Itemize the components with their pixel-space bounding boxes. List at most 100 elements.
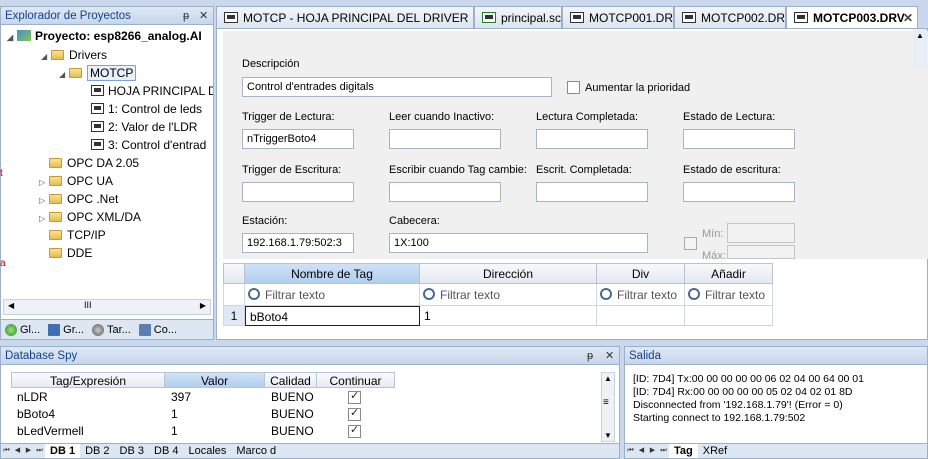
spy-cell-tag[interactable]: bLedVermell [11,423,84,440]
spy-header-valor[interactable]: Valor [165,372,265,388]
scroll-down-icon[interactable]: ▼ [604,431,612,440]
prev-sheet-icon[interactable]: ◀ [12,444,23,458]
escribir-cambie-input[interactable] [389,182,501,202]
content-scroll-up[interactable]: ▲ [913,29,927,67]
spy-header-continuar[interactable]: Continuar [317,372,395,388]
tree-node-valor-ldr[interactable]: 2: Valor de l'LDR [91,118,197,136]
sheet-tab-db3[interactable]: DB 3 [115,444,149,458]
tree-node-control-entrades[interactable]: 3: Control d'entrad [91,136,206,154]
tree-node-opc-net[interactable]: ▷ OPC .Net [39,190,118,208]
tree-node-opc-ua[interactable]: ▷ OPC UA [39,172,113,190]
trigger-escritura-input[interactable] [242,182,354,202]
trigger-lectura-input[interactable]: nTriggerBoto4 [242,129,354,149]
tab-global[interactable]: Gl... [1,320,44,339]
spy-cell-tag[interactable]: bBoto4 [11,406,55,423]
grid-cell-tag[interactable]: bBoto4 [245,306,420,326]
spy-title: Database Spy [5,350,78,362]
sheet-tab-db1[interactable]: DB 1 [45,444,81,458]
sheet-tab-locales[interactable]: Locales [183,444,231,458]
scroll-right-icon[interactable]: ▶ [200,301,206,310]
tree-node-tcpip[interactable]: TCP/IP [49,226,106,244]
next-sheet-icon[interactable]: ▶ [23,444,34,458]
spy-cell-valor[interactable]: 397 [165,389,191,406]
expand-icon[interactable]: ▷ [39,210,49,228]
sheet-tab-db4[interactable]: DB 4 [149,444,183,458]
spy-continuar-checkbox[interactable] [348,406,361,421]
grid-header-anadir[interactable]: Añadir [685,263,773,284]
max-input[interactable] [727,245,795,259]
filter-placeholder: Filtrar texto [705,288,766,302]
tree-node-hoja-principal[interactable]: HOJA PRINCIPAL D [91,82,213,100]
grid-header-div[interactable]: Div [597,263,685,284]
first-tab-icon[interactable]: ⏮ [625,444,636,458]
tab-principal-scc[interactable]: principal.scc [474,6,562,28]
tab-motcp003[interactable]: MOTCP003.DRV ✕ [786,6,918,30]
sheet-tab-db2[interactable]: DB 2 [80,444,114,458]
grid-cell-anadir[interactable] [685,306,773,326]
tab-tasks[interactable]: Tar... [88,320,135,339]
spy-cell-valor[interactable]: 1 [165,406,178,423]
grid-header-nombre[interactable]: Nombre de Tag [245,263,420,284]
pin-icon[interactable]: ᵽ [587,347,593,365]
cabecera-input[interactable]: 1X:100 [389,233,648,253]
tab-motcp-hoja-principal[interactable]: MOTCP - HOJA PRINCIPAL DEL DRIVER [216,6,474,28]
tab-comm[interactable]: Co... [135,320,181,339]
spy-vertical-scrollbar[interactable]: ▲ ≡ ▼ [601,372,615,442]
lectura-completada-input[interactable] [536,129,648,149]
estado-escritura-input[interactable] [683,182,795,202]
next-tab-icon[interactable]: ▶ [647,444,658,458]
min-max-checkbox[interactable] [684,237,697,250]
collapse-icon[interactable]: ◢ [59,66,69,84]
last-tab-icon[interactable]: ⏭ [658,444,669,458]
spy-header-calidad[interactable]: Calidad [265,372,317,388]
scroll-up-icon[interactable]: ▲ [604,374,612,383]
prev-tab-icon[interactable]: ◀ [636,444,647,458]
estado-lectura-input[interactable] [683,129,795,149]
first-sheet-icon[interactable]: ⏮ [1,444,12,458]
close-icon[interactable]: ✕ [199,7,208,25]
tree-node-control-leds[interactable]: 1: Control de leds [91,100,202,118]
grid-header-direccion[interactable]: Dirección [420,263,597,284]
spy-cell-tag[interactable]: nLDR [11,389,48,406]
leer-inactivo-input[interactable] [389,129,501,149]
min-input[interactable] [727,223,795,243]
descripcion-input[interactable]: Control d'entrades digitals [242,77,552,97]
output-tab-tag[interactable]: Tag [669,444,698,458]
collapse-icon[interactable]: ◢ [7,29,17,47]
spy-header-tag[interactable]: Tag/Expresión [11,372,165,388]
grid-cell-div[interactable] [597,306,685,326]
explorer-horizontal-scrollbar[interactable]: ◀ III ▶ [3,299,211,315]
scroll-grip[interactable]: III [84,300,92,310]
grid-cell-direccion[interactable]: 1 [420,306,597,326]
spy-continuar-checkbox[interactable] [348,423,361,438]
aumentar-prioridad-checkbox[interactable] [567,81,580,94]
scroll-up-icon[interactable]: ▲ [916,31,924,40]
tree-node-project[interactable]: ◢ Proyecto: esp8266_analog.AI [7,27,202,45]
filter-direccion-input[interactable]: Filtrar texto [420,284,597,306]
tab-graphics[interactable]: Gr... [44,320,88,339]
filter-div-input[interactable]: Filtrar texto [597,284,685,306]
collapse-icon[interactable]: ◢ [41,48,51,66]
pin-icon[interactable]: ᵽ [183,7,189,25]
tab-motcp001[interactable]: MOTCP001.DRV [562,6,674,28]
tree-node-opc-xml[interactable]: ▷ OPC XML/DA [39,208,141,226]
tree-node-motcp[interactable]: ◢ MOTCP [59,64,137,84]
tree-node-drivers[interactable]: ◢ Drivers [41,46,107,64]
spy-continuar-checkbox[interactable] [348,389,361,404]
close-tab-icon[interactable]: ✕ [903,7,913,29]
close-icon[interactable]: ✕ [605,347,614,365]
filter-anadir-input[interactable]: Filtrar texto [685,284,773,306]
estacion-input[interactable]: 192.168.1.79:502:3 [242,233,354,253]
output-tab-xref[interactable]: XRef [698,444,732,458]
spy-cell-valor[interactable]: 1 [165,423,178,440]
last-sheet-icon[interactable]: ⏭ [34,444,45,458]
filter-nombre-input[interactable]: Filtrar texto [245,284,420,306]
scroll-grip-icon[interactable]: ≡ [603,397,609,408]
row-number[interactable]: 1 [223,306,245,326]
tab-motcp002[interactable]: MOTCP002.DRV [674,6,786,28]
scroll-left-icon[interactable]: ◀ [8,301,14,310]
sheet-tab-marco[interactable]: Marco d [231,444,281,458]
escrit-completada-input[interactable] [536,182,648,202]
tree-node-dde[interactable]: DDE [49,244,92,262]
tree-node-opc-da[interactable]: OPC DA 2.05 [49,154,139,172]
